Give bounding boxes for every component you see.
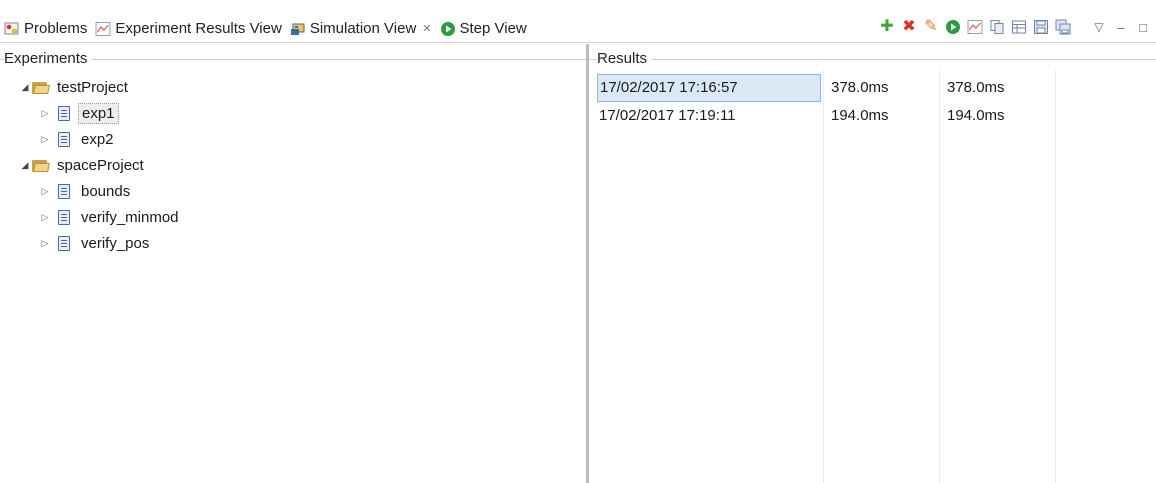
tab-label: Step View [459, 20, 527, 37]
tree-item-exp1[interactable]: ▷ exp1 [0, 100, 586, 126]
simulation-icon [290, 21, 306, 37]
delete-icon[interactable]: ✖ [900, 18, 918, 36]
table-icon[interactable] [1010, 18, 1028, 36]
column-divider [939, 70, 940, 483]
collapse-icon[interactable]: ◢ [18, 82, 32, 93]
table-row[interactable]: 17/02/2017 17:16:57 378.0ms 378.0ms [589, 74, 1156, 102]
experiment-file-icon [58, 131, 70, 147]
tree-item-label: verify_pos [81, 234, 150, 252]
tree-item-bounds[interactable]: ▷ bounds [0, 178, 586, 204]
edit-icon[interactable]: ✎ [922, 18, 940, 36]
view-toolbar: ✚ ✖ ✎ ▽ – □ [878, 16, 1152, 38]
chart-icon[interactable] [966, 18, 984, 36]
tree-item-label: testProject [57, 78, 128, 96]
folder-icon [32, 81, 50, 94]
expand-icon[interactable]: ▷ [38, 134, 52, 145]
experiments-tree: ◢ testProject ▷ exp1 ▷ exp2 ◢ spaceProje… [0, 74, 586, 256]
maximize-icon[interactable]: □ [1134, 18, 1152, 36]
tab-step-view[interactable]: Step View [436, 15, 531, 42]
tab-label: Problems [24, 20, 88, 37]
tree-item-label: bounds [81, 182, 131, 200]
experiments-panel: Experiments ◢ testProject ▷ exp1 ▷ exp2 … [0, 44, 586, 483]
experiment-file-icon [58, 105, 70, 121]
tree-item-verify-minmod[interactable]: ▷ verify_minmod [0, 204, 586, 230]
tab-simulation-view[interactable]: Simulation View ✕ [285, 15, 436, 42]
run-experiment-icon[interactable] [944, 18, 962, 36]
collapse-icon[interactable]: ◢ [18, 160, 32, 171]
tab-label: Simulation View [309, 20, 417, 37]
view-tab-bar: Problems Experiment Results View Simulat… [0, 0, 1156, 44]
tree-item-label: exp1 [78, 102, 119, 124]
copy-icon[interactable] [988, 18, 1006, 36]
add-icon[interactable]: ✚ [878, 18, 896, 36]
results-title: Results [597, 50, 652, 67]
result-timestamp[interactable]: 17/02/2017 17:19:11 [597, 102, 821, 130]
save-all-icon[interactable] [1054, 18, 1072, 36]
tree-item-label: spaceProject [57, 156, 144, 174]
tree-item-label: verify_minmod [81, 208, 179, 226]
result-time: 194.0ms [947, 107, 1005, 124]
tab-label: Experiment Results View [115, 20, 282, 37]
result-time: 378.0ms [947, 79, 1005, 96]
group-border [589, 59, 1156, 60]
experiment-file-icon [58, 235, 70, 251]
save-icon[interactable] [1032, 18, 1050, 36]
close-icon[interactable]: ✕ [422, 22, 431, 35]
experiment-file-icon [58, 183, 70, 199]
run-icon [440, 21, 456, 37]
tree-item-testproject[interactable]: ◢ testProject [0, 74, 586, 100]
tab-problems[interactable]: Problems [0, 15, 91, 42]
results-panel: Results 17/02/2017 17:16:57 378.0ms 378.… [589, 44, 1156, 483]
column-divider [823, 70, 824, 483]
tree-item-label: exp2 [81, 130, 114, 148]
tree-item-verify-pos[interactable]: ▷ verify_pos [0, 230, 586, 256]
chart-icon [95, 21, 111, 37]
tab-experiment-results-view[interactable]: Experiment Results View [91, 15, 285, 42]
experiments-title: Experiments [4, 50, 92, 67]
expand-icon[interactable]: ▷ [38, 108, 52, 119]
results-table: 17/02/2017 17:16:57 378.0ms 378.0ms 17/0… [589, 74, 1156, 130]
problems-icon [4, 21, 20, 37]
tab-list: Problems Experiment Results View Simulat… [0, 15, 531, 42]
result-time: 194.0ms [831, 107, 889, 124]
tree-item-exp2[interactable]: ▷ exp2 [0, 126, 586, 152]
expand-icon[interactable]: ▷ [38, 238, 52, 249]
column-divider [1055, 70, 1056, 483]
view-menu-icon[interactable]: ▽ [1090, 18, 1108, 36]
table-row[interactable]: 17/02/2017 17:19:11 194.0ms 194.0ms [589, 102, 1156, 130]
result-time: 378.0ms [831, 79, 889, 96]
minimize-icon[interactable]: – [1112, 18, 1130, 36]
expand-icon[interactable]: ▷ [38, 186, 52, 197]
tree-item-spaceproject[interactable]: ◢ spaceProject [0, 152, 586, 178]
expand-icon[interactable]: ▷ [38, 212, 52, 223]
folder-icon [32, 159, 50, 172]
result-timestamp[interactable]: 17/02/2017 17:16:57 [597, 74, 821, 102]
tab-bar-divider [0, 42, 1156, 43]
experiment-file-icon [58, 209, 70, 225]
